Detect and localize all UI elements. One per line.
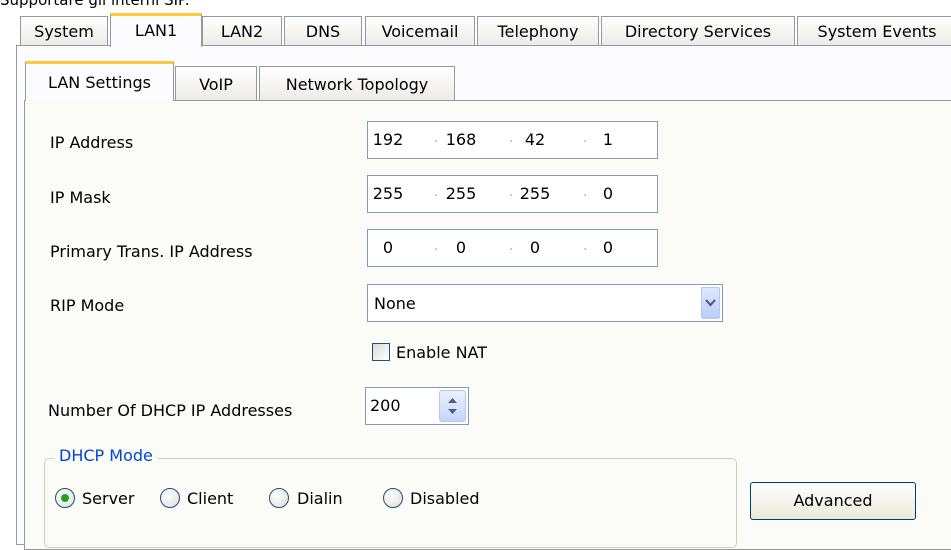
primary-trans-ip-label: Primary Trans. IP Address xyxy=(50,242,253,261)
octet-separator: . xyxy=(509,184,514,200)
tab-system-events[interactable]: System Events xyxy=(797,16,951,46)
primary-trans-octet-2[interactable]: 0 xyxy=(441,238,481,257)
radio-disabled-label: Disabled xyxy=(410,489,480,508)
radio-server-label: Server xyxy=(82,489,135,508)
rip-mode-select[interactable]: None xyxy=(367,284,723,322)
radio-client[interactable] xyxy=(160,488,180,508)
tab-lan1[interactable]: LAN1 xyxy=(110,13,202,47)
radio-client-label: Client xyxy=(187,489,234,508)
tab-voicemail[interactable]: Voicemail xyxy=(365,16,475,46)
ip-address-field[interactable]: 192 . 168 . 42 . 1 xyxy=(367,121,658,159)
primary-trans-octet-4[interactable]: 0 xyxy=(588,238,628,257)
radio-dialin-label: Dialin xyxy=(297,489,343,508)
tab-network-topology[interactable]: Network Topology xyxy=(259,66,455,101)
dhcp-count-value[interactable]: 200 xyxy=(370,396,401,415)
ip-mask-octet-2[interactable]: 255 xyxy=(441,184,481,203)
ip-mask-field[interactable]: 255 . 255 . 255 . 0 xyxy=(367,175,658,213)
radio-server[interactable] xyxy=(55,488,75,508)
octet-separator: . xyxy=(583,130,588,146)
ip-mask-octet-1[interactable]: 255 xyxy=(368,184,408,203)
tab-lan-settings[interactable]: LAN Settings xyxy=(25,61,174,101)
ip-address-octet-3[interactable]: 42 xyxy=(515,130,555,149)
primary-trans-octet-1[interactable]: 0 xyxy=(368,238,408,257)
octet-separator: . xyxy=(434,238,439,254)
ip-address-octet-1[interactable]: 192 xyxy=(368,130,408,149)
tab-lan2[interactable]: LAN2 xyxy=(202,16,282,46)
ip-mask-octet-4[interactable]: 0 xyxy=(588,184,628,203)
dhcp-count-spinner[interactable]: 200 xyxy=(365,387,469,425)
advanced-button[interactable]: Advanced xyxy=(750,482,916,520)
enable-nat-checkbox[interactable] xyxy=(372,343,390,361)
octet-separator: . xyxy=(583,238,588,254)
ip-address-label: IP Address xyxy=(50,133,134,152)
tab-voip[interactable]: VoIP xyxy=(175,66,257,101)
ip-mask-octet-3[interactable]: 255 xyxy=(515,184,555,203)
top-note: Supportare gli interni SIP. xyxy=(0,0,190,9)
octet-separator: . xyxy=(509,130,514,146)
octet-separator: . xyxy=(434,130,439,146)
octet-separator: . xyxy=(434,184,439,200)
rip-mode-value: None xyxy=(374,294,416,313)
rip-mode-label: RIP Mode xyxy=(50,296,125,315)
spin-buttons[interactable] xyxy=(439,390,466,422)
octet-separator: . xyxy=(509,238,514,254)
tab-dns[interactable]: DNS xyxy=(284,16,362,46)
ip-address-octet-2[interactable]: 168 xyxy=(441,130,481,149)
up-down-arrows-icon xyxy=(448,398,457,414)
dhcp-mode-title: DHCP Mode xyxy=(54,446,158,465)
tab-telephony[interactable]: Telephony xyxy=(477,16,599,46)
dhcp-count-label: Number Of DHCP IP Addresses xyxy=(48,401,293,420)
primary-trans-octet-3[interactable]: 0 xyxy=(515,238,555,257)
tab-system[interactable]: System xyxy=(20,16,108,46)
ip-mask-label: IP Mask xyxy=(50,188,111,207)
radio-dialin[interactable] xyxy=(269,488,289,508)
chevron-down-icon xyxy=(705,299,716,307)
ip-address-octet-4[interactable]: 1 xyxy=(588,130,628,149)
primary-trans-ip-field[interactable]: 0 . 0 . 0 . 0 xyxy=(367,229,658,267)
dropdown-button[interactable] xyxy=(701,287,720,319)
enable-nat-label: Enable NAT xyxy=(396,343,488,362)
tab-directory-services[interactable]: Directory Services xyxy=(601,16,795,46)
octet-separator: . xyxy=(583,184,588,200)
radio-disabled[interactable] xyxy=(383,488,403,508)
